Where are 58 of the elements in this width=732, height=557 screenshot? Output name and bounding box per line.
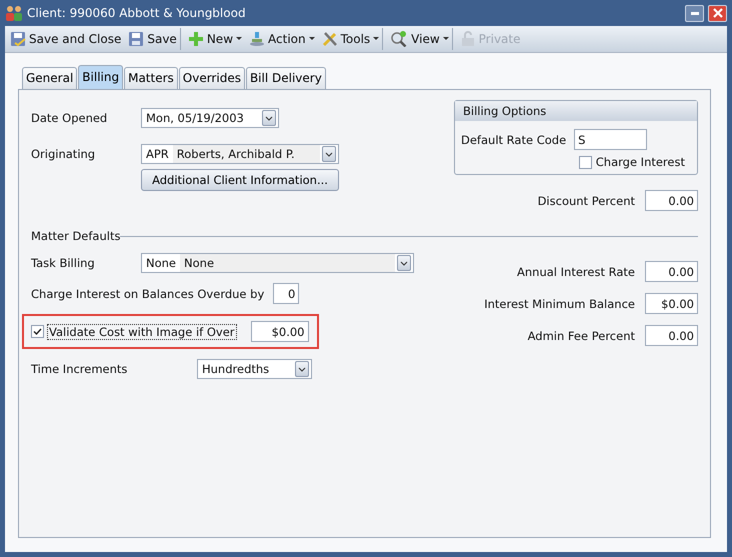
input-field[interactable]: $0.00 xyxy=(645,293,698,314)
field-label: Date Opened xyxy=(31,111,108,125)
caret-icon[interactable] xyxy=(322,146,336,162)
date-dropdown[interactable]: Mon, 05/19/2003 xyxy=(141,108,279,128)
field-label: Annual Interest Rate xyxy=(517,264,635,278)
minimize-icon xyxy=(690,12,698,14)
close-button[interactable] xyxy=(708,4,727,22)
tab[interactable]: Bill Delivery xyxy=(246,67,326,89)
toolbar-button[interactable]: New xyxy=(184,28,246,50)
task-billing-dropdown[interactable]: None None xyxy=(141,253,414,273)
checkbox-label[interactable]: Validate Cost with Image if Over xyxy=(47,324,237,340)
window-title: Client: 990060 Abbott & Youngblood xyxy=(27,6,247,20)
tab[interactable]: Matters xyxy=(124,67,178,89)
magnifier-icon xyxy=(390,31,408,47)
toolbar-button[interactable]: Action xyxy=(246,28,319,50)
input-field[interactable]: 0.00 xyxy=(645,261,698,282)
checkbox[interactable] xyxy=(578,156,592,168)
caret-icon xyxy=(373,37,380,41)
tab[interactable]: General xyxy=(22,67,78,89)
checkbox[interactable] xyxy=(31,325,44,338)
toolbar-button[interactable]: Save xyxy=(125,28,181,50)
field-label: Originating xyxy=(31,147,96,161)
stamp-icon xyxy=(249,31,266,47)
checkbox-label[interactable]: Charge Interest xyxy=(596,155,685,169)
close-icon xyxy=(712,8,722,18)
field-label: Charge Interest on Balances Overdue by xyxy=(31,286,264,300)
tools-icon xyxy=(322,31,338,47)
minimize-button[interactable] xyxy=(685,4,704,22)
caret-icon[interactable] xyxy=(262,110,276,126)
input-field[interactable]: 0.00 xyxy=(645,325,698,346)
input-field[interactable]: S xyxy=(574,129,648,150)
group-header: Billing Options xyxy=(455,101,697,121)
time-increments-dropdown[interactable]: Hundredths xyxy=(197,359,312,379)
field-label: Default Rate Code xyxy=(461,132,566,146)
plus-icon xyxy=(188,31,204,47)
field-label: Interest Minimum Balance xyxy=(484,296,635,310)
toolbar-button[interactable]: Tools xyxy=(318,28,384,50)
caret-icon xyxy=(308,37,315,41)
toolbar-button[interactable]: Save and Close xyxy=(7,28,126,50)
caret-icon[interactable] xyxy=(295,361,309,377)
caret-icon[interactable] xyxy=(397,255,411,271)
additional-info-button[interactable]: Additional Client Information... xyxy=(141,169,339,191)
input-field[interactable]: $0.00 xyxy=(250,321,309,342)
caret-icon xyxy=(442,37,449,41)
people-icon xyxy=(5,5,23,21)
field-label: Time Increments xyxy=(31,362,128,376)
field-label: Task Billing xyxy=(31,256,96,270)
field-label: Discount Percent xyxy=(538,194,635,208)
input-field[interactable]: 0.00 xyxy=(645,190,698,211)
originating-dropdown[interactable]: APR Roberts, Archibald P. xyxy=(141,144,339,164)
section-title: Matter Defaults xyxy=(31,229,120,243)
field-label: Admin Fee Percent xyxy=(528,328,635,342)
lock-icon xyxy=(460,31,476,47)
tab[interactable]: Billing xyxy=(78,65,124,89)
toolbar-button[interactable]: View xyxy=(387,28,453,50)
tab[interactable]: Overrides xyxy=(178,67,245,89)
caret-icon xyxy=(236,37,242,41)
input-field[interactable]: 0 xyxy=(273,283,300,304)
